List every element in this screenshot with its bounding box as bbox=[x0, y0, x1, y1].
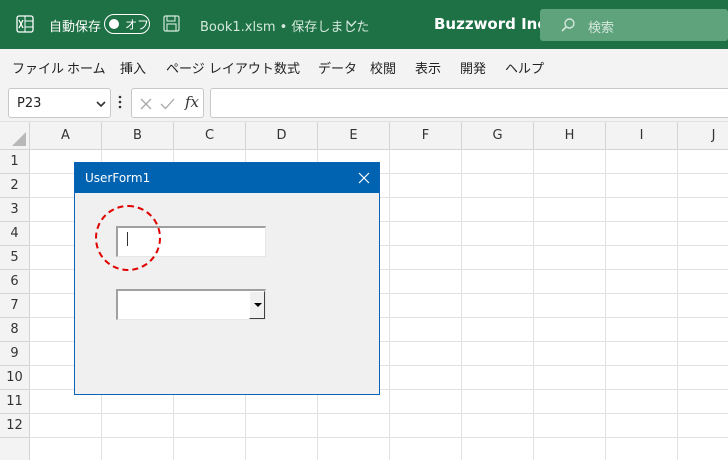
tab-view[interactable]: 表示 bbox=[415, 58, 441, 77]
formula-input[interactable] bbox=[210, 88, 728, 118]
combobox-dropdown-button[interactable] bbox=[249, 291, 265, 319]
formula-bar: P23 fx bbox=[0, 83, 728, 122]
search-placeholder: 検索 bbox=[588, 21, 615, 36]
toggle-knob bbox=[109, 19, 119, 29]
column-header[interactable]: D bbox=[246, 122, 318, 150]
name-box[interactable]: P23 bbox=[8, 88, 111, 118]
column-header[interactable]: E bbox=[318, 122, 390, 150]
search-icon bbox=[561, 18, 575, 32]
combobox[interactable] bbox=[116, 289, 266, 320]
column-header[interactable]: F bbox=[390, 122, 462, 150]
column-header[interactable]: G bbox=[462, 122, 534, 150]
row-header[interactable]: 11 bbox=[0, 390, 30, 414]
chevron-down-icon[interactable] bbox=[346, 18, 357, 29]
search-box[interactable]: 検索 bbox=[540, 9, 728, 41]
tab-home[interactable]: ホーム bbox=[67, 58, 106, 77]
column-header[interactable]: H bbox=[534, 122, 606, 150]
company-name: Buzzword Inc. bbox=[434, 15, 552, 33]
gridline bbox=[30, 413, 728, 414]
tab-formulas[interactable]: 数式 bbox=[274, 58, 300, 77]
insert-function-icon[interactable]: fx bbox=[185, 93, 199, 111]
gridline bbox=[30, 437, 728, 438]
column-header[interactable]: I bbox=[606, 122, 678, 150]
tab-page-layout[interactable]: ページ レイアウト bbox=[166, 58, 274, 77]
dropdown-arrow-icon bbox=[254, 303, 262, 307]
save-icon[interactable] bbox=[163, 15, 180, 32]
column-header[interactable]: B bbox=[102, 122, 174, 150]
select-all-icon bbox=[12, 132, 26, 146]
name-box-value: P23 bbox=[17, 96, 42, 111]
row-header[interactable] bbox=[0, 438, 30, 460]
row-header[interactable]: 1 bbox=[0, 150, 30, 174]
excel-logo-icon bbox=[16, 15, 34, 33]
chevron-down-icon[interactable] bbox=[96, 100, 106, 108]
tab-help[interactable]: ヘルプ bbox=[505, 58, 544, 77]
row-header[interactable]: 5 bbox=[0, 246, 30, 270]
title-bar: 自動保存 オフ Book1.xlsm • 保存しました Buzzword Inc… bbox=[0, 0, 728, 49]
autosave-label: 自動保存 bbox=[49, 20, 102, 35]
row-header[interactable]: 8 bbox=[0, 318, 30, 342]
autosave-toggle[interactable]: オフ bbox=[104, 14, 150, 34]
tab-insert[interactable]: 挿入 bbox=[120, 58, 146, 77]
select-all-corner[interactable] bbox=[0, 122, 30, 150]
tab-file[interactable]: ファイル bbox=[12, 58, 64, 77]
row-header[interactable]: 2 bbox=[0, 174, 30, 198]
row-header[interactable]: 7 bbox=[0, 294, 30, 318]
file-name[interactable]: Book1.xlsm • 保存しました bbox=[200, 16, 369, 35]
formula-controls: fx bbox=[131, 88, 204, 118]
row-header[interactable]: 4 bbox=[0, 222, 30, 246]
close-icon[interactable] bbox=[358, 172, 370, 184]
tab-data[interactable]: データ bbox=[318, 58, 357, 77]
userform-dialog: UserForm1 bbox=[74, 162, 380, 395]
row-header[interactable]: 10 bbox=[0, 366, 30, 390]
tab-developer[interactable]: 開発 bbox=[460, 58, 486, 77]
userform-titlebar[interactable]: UserForm1 bbox=[75, 163, 379, 193]
row-header[interactable]: 3 bbox=[0, 198, 30, 222]
tab-review[interactable]: 校閲 bbox=[370, 58, 396, 77]
highlight-annotation bbox=[95, 205, 161, 271]
row-header[interactable]: 12 bbox=[0, 414, 30, 438]
column-header[interactable]: J bbox=[678, 122, 728, 150]
enter-icon[interactable] bbox=[160, 98, 175, 110]
more-options-icon[interactable] bbox=[117, 94, 123, 110]
cancel-icon[interactable] bbox=[140, 98, 152, 110]
userform-title: UserForm1 bbox=[85, 171, 151, 185]
ribbon-tabs: ファイル ホーム 挿入 ページ レイアウト 数式 データ 校閲 表示 開発 ヘル… bbox=[0, 49, 728, 83]
row-header[interactable]: 9 bbox=[0, 342, 30, 366]
column-header[interactable]: C bbox=[174, 122, 246, 150]
autosave-state: オフ bbox=[125, 18, 150, 32]
row-header[interactable]: 6 bbox=[0, 270, 30, 294]
column-header[interactable]: A bbox=[30, 122, 102, 150]
